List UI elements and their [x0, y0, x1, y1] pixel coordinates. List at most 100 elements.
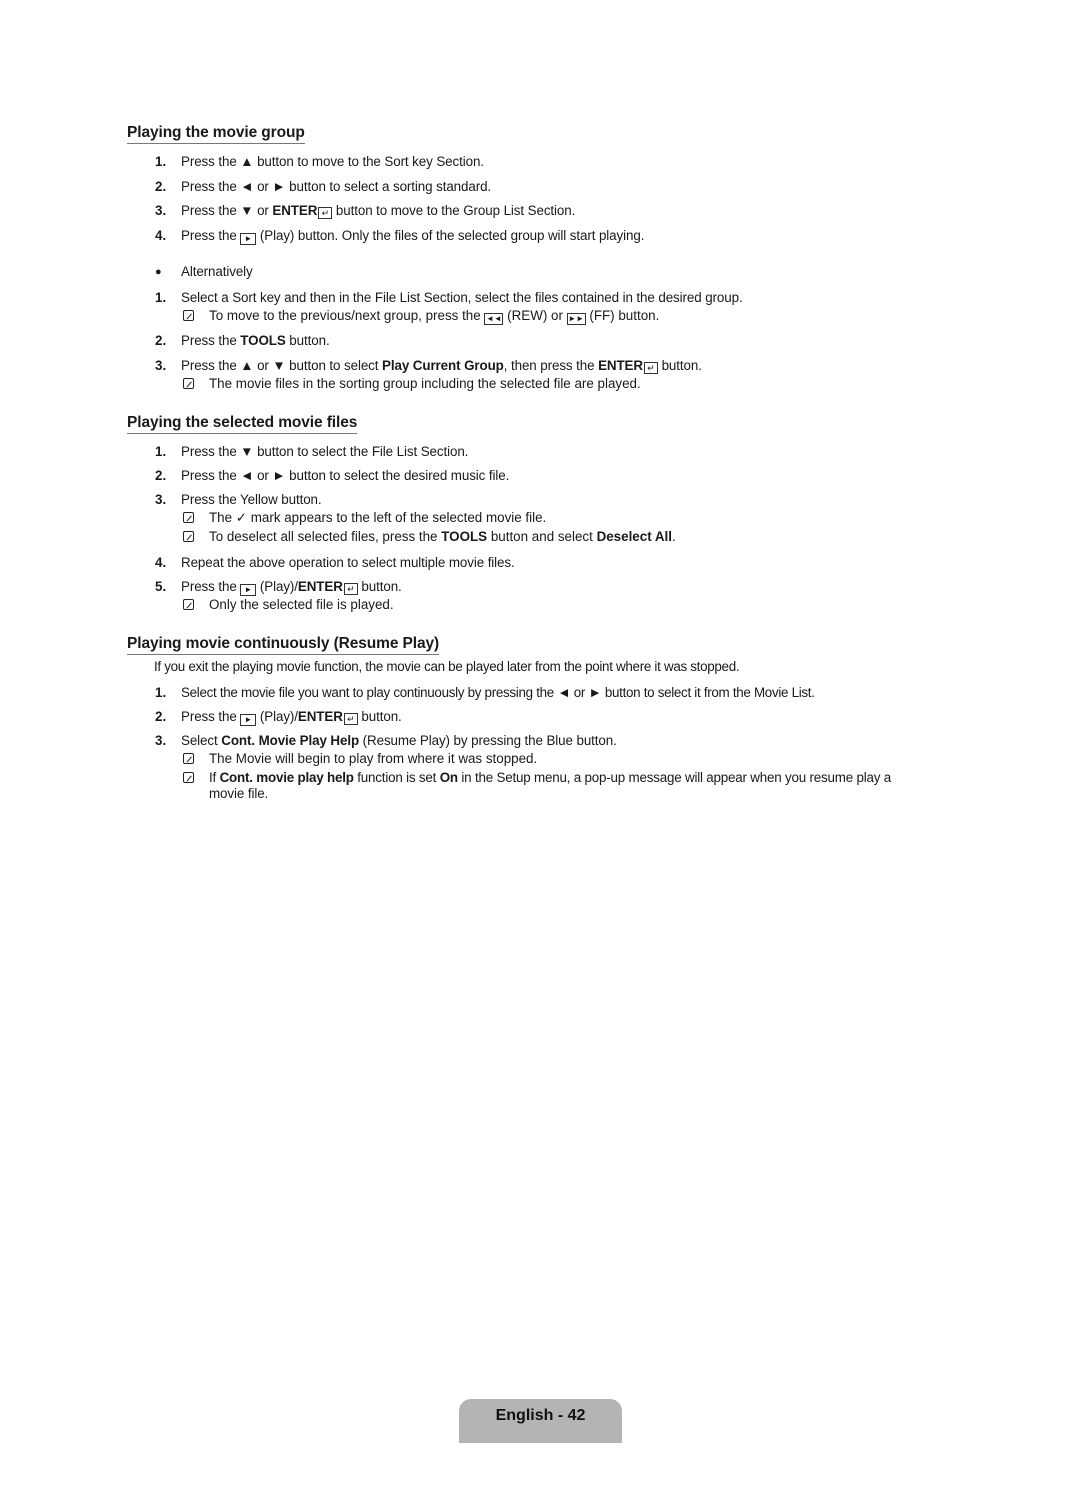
step-text: Press the ◄ or ► button to select the de…	[181, 468, 509, 484]
text: or	[253, 179, 273, 194]
right-arrow-icon: ►	[272, 179, 286, 194]
step-text: Press the ▼ or ENTER ↵ button to move to …	[181, 203, 575, 219]
step-text: Select the movie file you want to play c…	[181, 685, 815, 701]
text: or	[253, 203, 273, 218]
note-icon	[183, 512, 194, 523]
step-number: 2.	[155, 468, 167, 483]
step-number: 1.	[155, 685, 167, 700]
text: Select the movie file you want to play c…	[181, 685, 558, 700]
text: (REW) or	[503, 308, 567, 323]
step-number: 1.	[155, 154, 167, 169]
step-text: Press the ► (Play)/ENTER ↵ button.	[181, 709, 402, 726]
checkmark-icon: ✓	[235, 510, 248, 525]
step-number: 3.	[155, 733, 167, 748]
up-arrow-icon: ▲	[240, 358, 254, 373]
enter-label: ENTER	[598, 358, 643, 373]
text: button and select	[487, 529, 597, 544]
right-arrow-icon: ►	[588, 685, 602, 700]
enter-icon: ↵	[318, 207, 333, 219]
step-text: Press the ◄ or ► button to select a sort…	[181, 179, 491, 195]
note-continuation: movie file.	[209, 786, 269, 801]
note-text: The movie files in the sorting group inc…	[209, 376, 641, 391]
step-text: Press the ► (Play) button. Only the file…	[181, 228, 644, 245]
text: Press the	[181, 203, 241, 218]
text: in the Setup menu, a pop-up message will…	[457, 770, 892, 785]
note-text: The Movie will begin to play from where …	[209, 751, 538, 766]
text: Press the	[181, 468, 241, 483]
step-text: Select Cont. Movie Play Help (Resume Pla…	[181, 733, 617, 749]
text: Press the	[181, 358, 241, 373]
play-icon: ►	[240, 714, 257, 726]
on-label: On	[439, 770, 458, 785]
step-number: 2.	[155, 709, 167, 724]
text: If	[209, 770, 220, 785]
section-heading-resume-play: Playing movie continuously (Resume Play)	[127, 635, 439, 655]
text: Press the	[181, 154, 241, 169]
text: button to select the File List Section.	[253, 444, 469, 459]
play-current-group-label: Play Current Group	[382, 358, 504, 373]
step-number: 3.	[155, 492, 167, 507]
text: , then press the	[503, 358, 599, 373]
play-icon: ►	[240, 233, 257, 245]
text: Select	[181, 733, 222, 748]
down-arrow-icon: ▼	[240, 444, 254, 459]
step-number: 2.	[155, 179, 167, 194]
text: (Play)/	[256, 579, 298, 594]
text: Press the	[181, 179, 241, 194]
play-icon: ►	[240, 584, 257, 596]
step-text: Press the Yellow button.	[181, 492, 322, 507]
left-arrow-icon: ◄	[240, 468, 254, 483]
step-number: 1.	[155, 290, 167, 305]
manual-page: Playing the movie group 1. Press the ▲ b…	[0, 0, 1080, 1488]
step-number: 4.	[155, 555, 167, 570]
step-text: Press the TOOLS button.	[181, 333, 330, 349]
step-number: 3.	[155, 203, 167, 218]
text: The	[209, 510, 236, 525]
enter-icon: ↵	[343, 713, 358, 725]
down-arrow-icon: ▼	[240, 203, 254, 218]
note-icon	[183, 772, 194, 783]
enter-label: ENTER	[297, 709, 343, 724]
enter-label: ENTER	[272, 203, 318, 218]
text: button.	[285, 333, 330, 348]
alternatively-label: Alternatively	[181, 264, 253, 279]
enter-icon: ↵	[343, 583, 358, 595]
text: .	[671, 529, 676, 544]
step-text: Press the ▲ button to move to the Sort k…	[181, 154, 484, 170]
note-text: To move to the previous/next group, pres…	[209, 308, 659, 325]
step-text: Press the ▲ or ▼ button to select Play C…	[181, 358, 702, 374]
left-arrow-icon: ◄	[240, 179, 254, 194]
step-text: Press the ▼ button to select the File Li…	[181, 444, 468, 460]
text: To move to the previous/next group, pres…	[209, 308, 485, 323]
step-text: Press the ► (Play)/ENTER ↵ button.	[181, 579, 402, 596]
section-heading-movie-group: Playing the movie group	[127, 124, 305, 144]
note-icon	[183, 378, 194, 389]
step-text: Select a Sort key and then in the File L…	[181, 290, 743, 305]
step-number: 4.	[155, 228, 167, 243]
text: Press the	[181, 444, 241, 459]
note-icon	[183, 310, 194, 321]
text: button to select it from the Movie List.	[601, 685, 815, 700]
text: button to move to the Sort key Section.	[253, 154, 484, 169]
note-icon	[183, 531, 194, 542]
text: function is set	[353, 770, 440, 785]
note-icon	[183, 599, 194, 610]
text: button to select a sorting standard.	[285, 179, 492, 194]
text: button to select the desired music file.	[285, 468, 510, 483]
step-number: 3.	[155, 358, 167, 373]
cont-movie-play-help-label: Cont. Movie Play Help	[221, 733, 360, 748]
page-number-tab: English - 42	[459, 1399, 622, 1443]
note-text: If Cont. movie play help function is set…	[209, 770, 891, 786]
note-text: To deselect all selected files, press th…	[209, 529, 676, 545]
text: (Play)/	[256, 709, 298, 724]
bullet-icon: ●	[155, 266, 162, 278]
step-number: 5.	[155, 579, 167, 594]
text: (Resume Play) by pressing the Blue butto…	[359, 733, 617, 748]
text: Press the	[181, 709, 241, 724]
text: or	[570, 685, 589, 700]
text: Press the	[181, 579, 241, 594]
text: button.	[357, 709, 402, 724]
up-arrow-icon: ▲	[240, 154, 254, 169]
cont-movie-play-help-label: Cont. movie play help	[219, 770, 354, 785]
text: button to select	[285, 358, 383, 373]
